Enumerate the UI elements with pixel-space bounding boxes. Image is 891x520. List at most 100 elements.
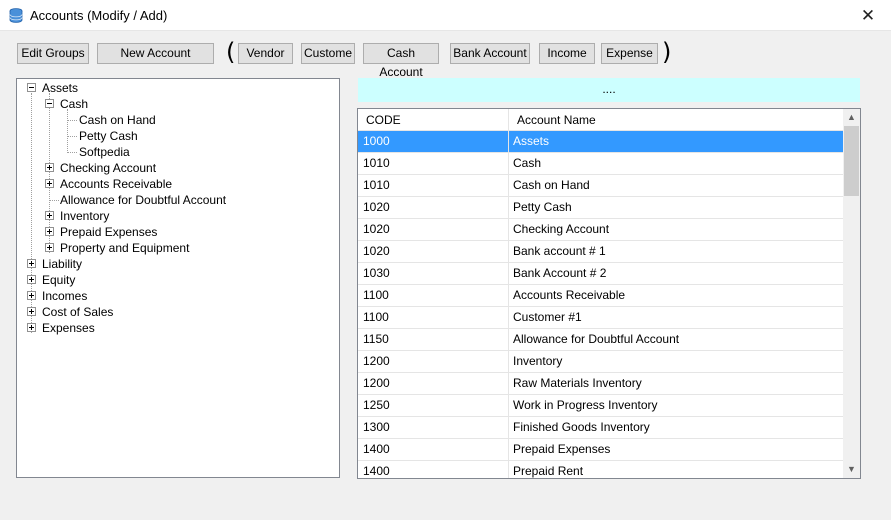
cash-account-filter-button[interactable]: Cash Account (363, 43, 439, 79)
account-name-cell: Allowance for Doubtful Account (513, 332, 680, 346)
table-row[interactable]: 1200 Raw Materials Inventory (358, 373, 843, 395)
expand-icon[interactable] (45, 227, 54, 236)
table-row[interactable]: 1010 Cash on Hand (358, 175, 843, 197)
account-name-cell: Prepaid Rent (513, 464, 584, 478)
table-row[interactable]: 1100 Accounts Receivable (358, 285, 843, 307)
collapse-icon[interactable] (45, 99, 54, 108)
code-cell: 1030 (358, 263, 509, 284)
close-paren: ) (662, 38, 672, 66)
tree-node-label: Inventory (60, 209, 110, 223)
tree-node-assets[interactable]: Assets (17, 80, 317, 96)
table-row[interactable]: 1020 Checking Account (358, 219, 843, 241)
account-name-cell: Accounts Receivable (513, 288, 626, 302)
account-name-cell: Petty Cash (513, 200, 572, 214)
tree-node-incomes[interactable]: Incomes (17, 288, 317, 304)
scroll-thumb[interactable] (844, 126, 859, 196)
title-bar: Accounts (Modify / Add) ✕ (0, 0, 891, 31)
tree-node-label: Allowance for Doubtful Account (60, 193, 227, 207)
column-header-code[interactable]: CODE (358, 109, 509, 131)
table-row[interactable]: 1300 Finished Goods Inventory (358, 417, 843, 439)
account-name-cell: Assets (513, 134, 550, 148)
account-name-cell: Bank Account # 2 (513, 266, 607, 280)
tree-node-petty-cash[interactable]: Petty Cash (17, 128, 317, 144)
code-cell: 1400 (358, 439, 509, 460)
open-paren: ( (226, 38, 236, 66)
table-row[interactable]: 1400 Prepaid Expenses (358, 439, 843, 461)
tree-node-label: Softpedia (79, 145, 130, 159)
table-row[interactable]: 1150 Allowance for Doubtful Account (358, 329, 843, 351)
close-button[interactable]: ✕ (845, 0, 891, 31)
tree-node-label: Cost of Sales (42, 305, 114, 319)
tree-node-label: Checking Account (60, 161, 157, 175)
table-row[interactable]: 1200 Inventory (358, 351, 843, 373)
tree-node-checking-account[interactable]: Checking Account (17, 160, 317, 176)
column-header-account-name[interactable]: Account Name (509, 109, 843, 131)
table-row[interactable]: 1010 Cash (358, 153, 843, 175)
collapse-icon[interactable] (27, 83, 36, 92)
database-icon (9, 8, 23, 23)
account-name-cell: Cash (513, 156, 542, 170)
table-row[interactable]: 1030 Bank Account # 2 (358, 263, 843, 285)
expand-icon[interactable] (27, 323, 36, 332)
bank-account-filter-button[interactable]: Bank Account (450, 43, 530, 64)
new-account-button[interactable]: New Account (97, 43, 214, 64)
tree-node-inventory[interactable]: Inventory (17, 208, 317, 224)
table-row[interactable]: 1000 Assets (358, 131, 843, 153)
account-name-cell: Customer #1 (513, 310, 582, 324)
tree-node-allowance[interactable]: Allowance for Doubtful Account (17, 192, 317, 208)
tree-node-label: Petty Cash (79, 129, 138, 143)
tree-node-liability[interactable]: Liability (17, 256, 317, 272)
code-cell: 1400 (358, 461, 509, 478)
grid-header: CODE Account Name (358, 109, 843, 131)
tree-node-accounts-receivable[interactable]: Accounts Receivable (17, 176, 317, 192)
tree-node-cash[interactable]: Cash (17, 96, 317, 112)
tree-node-softpedia[interactable]: Softpedia (17, 144, 317, 160)
table-row[interactable]: 1250 Work in Progress Inventory (358, 395, 843, 417)
table-row[interactable]: 1400 Prepaid Rent (358, 461, 843, 478)
expense-filter-button[interactable]: Expense (601, 43, 658, 64)
income-filter-button[interactable]: Income (539, 43, 595, 64)
expand-icon[interactable] (27, 259, 36, 268)
scroll-up-icon[interactable]: ▲ (843, 109, 860, 126)
code-cell: 1020 (358, 197, 509, 218)
expand-icon[interactable] (27, 307, 36, 316)
vendor-filter-button[interactable]: Vendor (238, 43, 293, 64)
expand-icon[interactable] (45, 211, 54, 220)
account-name-cell: Bank account # 1 (513, 244, 606, 258)
account-tree[interactable]: Assets Cash Cash on Hand Petty Cash Soft… (16, 78, 340, 478)
table-row[interactable]: 1100 Customer #1 (358, 307, 843, 329)
customer-filter-button[interactable]: Custome (301, 43, 355, 64)
tree-node-property-equipment[interactable]: Property and Equipment (17, 240, 317, 256)
table-row[interactable]: 1020 Petty Cash (358, 197, 843, 219)
tree-node-equity[interactable]: Equity (17, 272, 317, 288)
tree-node-expenses[interactable]: Expenses (17, 320, 317, 336)
accounts-grid[interactable]: CODE Account Name 1000 Assets 1010 Cash 1010… (357, 108, 861, 479)
tree-node-cost-of-sales[interactable]: Cost of Sales (17, 304, 317, 320)
tree-node-label: Property and Equipment (60, 241, 190, 255)
code-cell: 1200 (358, 351, 509, 372)
expand-icon[interactable] (27, 291, 36, 300)
tree-node-label: Prepaid Expenses (60, 225, 158, 239)
vertical-scrollbar[interactable]: ▲ ▼ (843, 109, 860, 478)
account-name-cell: Cash on Hand (513, 178, 590, 192)
window-title: Accounts (Modify / Add) (30, 8, 168, 23)
expand-icon[interactable] (45, 243, 54, 252)
close-icon: ✕ (860, 6, 876, 25)
table-row[interactable]: 1020 Bank account # 1 (358, 241, 843, 263)
code-cell: 1150 (358, 329, 509, 350)
tree-node-label: Assets (42, 81, 79, 95)
code-cell: 1100 (358, 285, 509, 306)
expand-icon[interactable] (45, 163, 54, 172)
tree-node-label: Incomes (42, 289, 88, 303)
code-cell: 1000 (358, 131, 509, 152)
tree-node-prepaid-expenses[interactable]: Prepaid Expenses (17, 224, 317, 240)
expand-icon[interactable] (27, 275, 36, 284)
info-bar: .... (358, 78, 860, 102)
code-cell: 1200 (358, 373, 509, 394)
account-name-cell: Checking Account (513, 222, 610, 236)
expand-icon[interactable] (45, 179, 54, 188)
scroll-down-icon[interactable]: ▼ (843, 461, 860, 478)
tree-node-label: Cash on Hand (79, 113, 156, 127)
edit-groups-button[interactable]: Edit Groups (17, 43, 89, 64)
tree-node-cash-on-hand[interactable]: Cash on Hand (17, 112, 317, 128)
